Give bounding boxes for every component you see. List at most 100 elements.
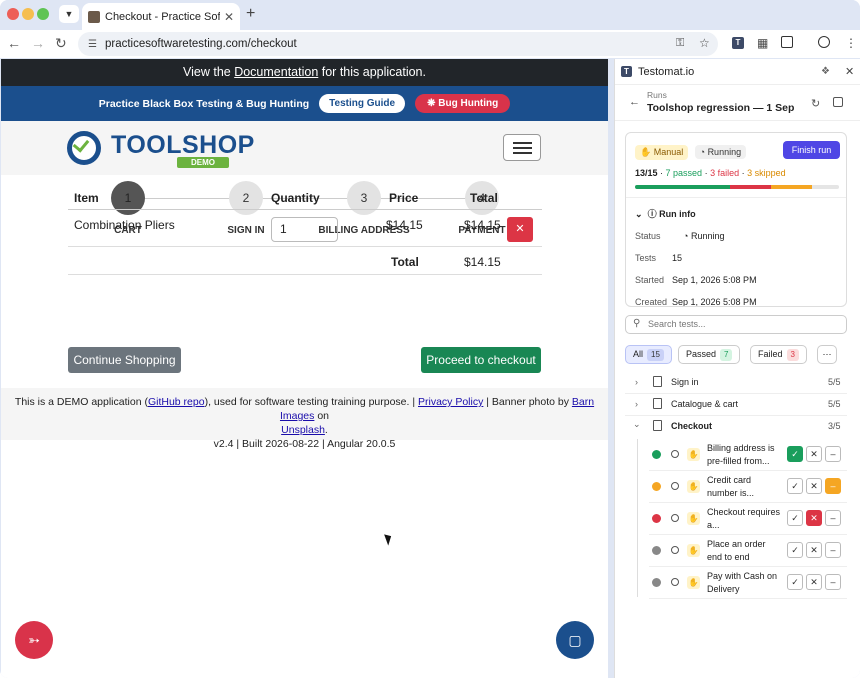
search-tests-input[interactable]: Search tests... xyxy=(625,315,847,334)
browser-menu-icon[interactable]: ⋮ xyxy=(845,36,857,50)
test-select-radio[interactable] xyxy=(671,482,679,490)
filter-passed-tab[interactable]: Passed 7 xyxy=(678,345,741,364)
mark-fail-button[interactable]: ✕ xyxy=(806,542,822,558)
filter-failed-tab[interactable]: Failed 3 xyxy=(750,345,807,364)
close-tab-icon[interactable]: ✕ xyxy=(224,10,234,24)
back-icon[interactable]: ← xyxy=(7,35,21,51)
more-icon: ⋯ xyxy=(822,349,832,359)
test-select-radio[interactable] xyxy=(671,514,679,522)
progress-passed-segment xyxy=(635,185,731,189)
back-arrow-icon[interactable]: ← xyxy=(629,96,640,108)
mark-pass-button[interactable]: ✓ xyxy=(787,446,803,462)
bug-hunting-button[interactable]: ❋ Bug Hunting xyxy=(415,94,511,113)
proceed-to-checkout-button[interactable]: Proceed to checkout xyxy=(421,347,541,373)
url-text: practicesoftwaretesting.com/checkout xyxy=(104,38,297,50)
reload-icon[interactable]: ↻ xyxy=(55,35,67,52)
site-info-icon[interactable]: ☰ xyxy=(88,39,97,50)
manual-test-icon: ✋ xyxy=(687,576,700,589)
footer-credits: This is a DEMO application (GitHub repo)… xyxy=(1,395,608,437)
mark-fail-button[interactable]: ✕ xyxy=(806,446,822,462)
refresh-icon[interactable]: ↻ xyxy=(811,97,820,110)
close-panel-icon[interactable]: ✕ xyxy=(845,65,854,78)
close-window-button[interactable] xyxy=(7,8,19,20)
mark-skip-button[interactable]: – xyxy=(825,510,841,526)
mark-skip-button[interactable]: – xyxy=(825,478,841,494)
forward-icon[interactable]: → xyxy=(31,35,45,51)
maximize-window-button[interactable] xyxy=(37,8,49,20)
test-row[interactable]: ✋ Credit card number is... ✓ ✕ – xyxy=(649,471,847,503)
bug-icon: ❋ xyxy=(427,98,439,109)
more-filters-button[interactable]: ⋯ xyxy=(817,345,837,364)
pin-icon[interactable]: ❖ xyxy=(821,66,830,77)
address-bar[interactable]: ☰ practicesoftwaretesting.com/checkout ⚿… xyxy=(78,32,718,56)
tab-search-icon[interactable]: ▼ xyxy=(59,5,79,23)
side-panel-icon[interactable] xyxy=(781,36,793,48)
filter-count: 7 xyxy=(720,349,733,361)
run-info-toggle[interactable]: ⌄ ⓘ Run info xyxy=(635,207,696,220)
test-row[interactable]: ✋ Billing address is pre-filled from... ✓ ✕… xyxy=(649,439,847,471)
test-title: Pay with Cash on Delivery xyxy=(707,571,778,594)
chat-button[interactable]: ▢ xyxy=(556,621,594,659)
favicon-icon xyxy=(88,10,100,23)
test-row[interactable]: ✋ Pay with Cash on Delivery ✓ ✕ – xyxy=(649,567,847,599)
finish-run-button[interactable]: Finish run xyxy=(783,141,840,159)
browser-toolbar: ← → ↻ ☰ practicesoftwaretesting.com/chec… xyxy=(0,30,860,58)
test-select-radio[interactable] xyxy=(671,546,679,554)
new-tab-icon[interactable]: + xyxy=(246,5,255,23)
cart-table: Item Quantity Price Total Combination Pl… xyxy=(68,184,542,275)
toolshop-logo[interactable]: TOOLSHOP DEMO xyxy=(67,129,254,168)
mark-pass-button[interactable]: ✓ xyxy=(787,542,803,558)
mark-fail-button[interactable]: ✕ xyxy=(806,510,822,526)
test-status-passed-icon xyxy=(652,450,661,459)
documentation-banner: View the Documentation for this applicat… xyxy=(1,59,608,86)
test-select-radio[interactable] xyxy=(671,450,679,458)
header-quantity: Quantity xyxy=(271,191,320,205)
mark-pass-button[interactable]: ✓ xyxy=(787,574,803,590)
footer-text: on xyxy=(314,410,330,422)
test-row[interactable]: ✋ Checkout requires a... ✓ ✕ – xyxy=(649,503,847,535)
github-repo-link[interactable]: GitHub repo xyxy=(148,396,205,408)
remove-item-button[interactable]: ✕ xyxy=(507,217,533,242)
mark-pass-button[interactable]: ✓ xyxy=(787,478,803,494)
quantity-input[interactable]: 1 xyxy=(271,217,338,242)
chevron-down-icon: ⌄ xyxy=(635,209,643,219)
suite-catalogue-cart[interactable]: › Catalogue & cart 5/5 xyxy=(625,394,847,416)
testomat-side-panel: T Testomat.io ❖ ✕ ← Runs Toolshop regres… xyxy=(614,59,860,678)
status-value: ◔ Running xyxy=(683,231,724,241)
extensions-puzzle-icon[interactable]: ▦ xyxy=(757,36,768,50)
test-status-skipped-icon xyxy=(652,482,661,491)
suite-sign-in[interactable]: › Sign in 5/5 xyxy=(625,372,847,394)
mark-skip-button[interactable]: – xyxy=(825,574,841,590)
runs-breadcrumb[interactable]: Runs xyxy=(647,90,667,100)
mark-pass-button[interactable]: ✓ xyxy=(787,510,803,526)
filter-all-tab[interactable]: All 15 xyxy=(625,345,672,364)
mark-skip-button[interactable]: – xyxy=(825,542,841,558)
suite-count: 3/5 xyxy=(828,421,841,431)
profile-avatar-icon[interactable] xyxy=(818,36,830,48)
suite-file-icon xyxy=(653,420,662,431)
mark-fail-button[interactable]: ✕ xyxy=(806,478,822,494)
documentation-link[interactable]: Documentation xyxy=(234,65,318,79)
progress-count: 13/15 xyxy=(635,168,658,178)
hamburger-menu-button[interactable] xyxy=(503,134,541,161)
banner-text: View the xyxy=(183,65,235,79)
mark-fail-button[interactable]: ✕ xyxy=(806,574,822,590)
rss-feed-button[interactable]: ➳ xyxy=(15,621,53,659)
suite-file-icon xyxy=(653,398,662,409)
total-value: $14.15 xyxy=(464,255,501,269)
unsplash-link[interactable]: Unsplash xyxy=(281,424,325,436)
testing-guide-button[interactable]: Testing Guide xyxy=(319,94,406,113)
bookmark-star-icon[interactable]: ☆ xyxy=(699,36,710,50)
privacy-policy-link[interactable]: Privacy Policy xyxy=(418,396,483,408)
testomat-extension-icon[interactable]: T xyxy=(732,37,744,49)
mark-skip-button[interactable]: – xyxy=(825,446,841,462)
continue-shopping-button[interactable]: Continue Shopping xyxy=(68,347,181,373)
suite-checkout[interactable]: ⌄ Checkout 3/5 xyxy=(625,416,847,438)
minimize-window-button[interactable] xyxy=(22,8,34,20)
open-external-icon[interactable] xyxy=(833,97,843,107)
browser-tab[interactable]: Checkout - Practice Software ✕ xyxy=(82,3,240,30)
test-row[interactable]: ✋ Place an order end to end ✓ ✕ – xyxy=(649,535,847,567)
site-footer: This is a DEMO application (GitHub repo)… xyxy=(1,388,608,450)
password-key-icon[interactable]: ⚿ xyxy=(676,37,684,50)
test-select-radio[interactable] xyxy=(671,578,679,586)
